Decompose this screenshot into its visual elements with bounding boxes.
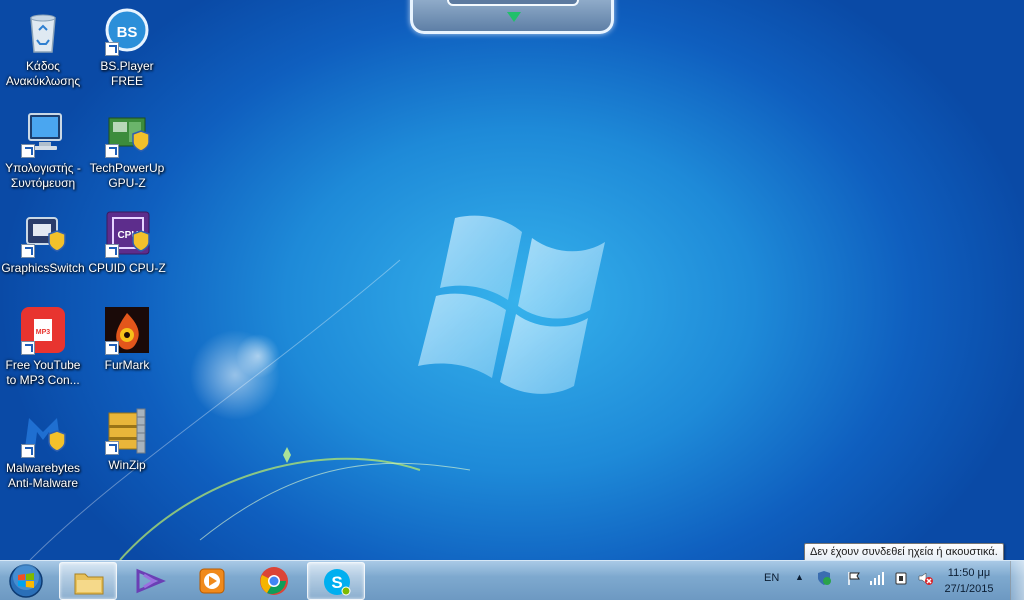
folder-icon [74, 573, 104, 595]
media-player-icon [199, 568, 225, 594]
desktop-icon-cpuz[interactable]: CPU CPUID CPU-Z [84, 210, 170, 276]
top-dock-widget[interactable] [410, 0, 614, 34]
show-hidden-icons-icon[interactable]: ▲ [795, 572, 804, 582]
desktop-icon-recycle-bin[interactable]: Κάδος Ανακύκλωσης [0, 8, 86, 89]
taskbar-file-explorer[interactable] [59, 562, 117, 600]
action-center-flag-icon[interactable] [846, 570, 862, 586]
furmark-icon [103, 307, 151, 355]
chrome-icon [260, 567, 288, 595]
shortcut-arrow-icon [21, 244, 35, 258]
skype-icon: S [324, 569, 351, 596]
clock-date: 27/1/2015 [944, 583, 994, 595]
desktop-icon-bsplayer[interactable]: BS BS.Player FREE [84, 8, 170, 89]
dock-panel [447, 0, 579, 6]
desktop-icon-winzip[interactable]: WinZip [84, 407, 170, 473]
taskbar-skype[interactable]: S [307, 562, 365, 600]
shortcut-arrow-icon [105, 441, 119, 455]
desktop-icon-label: CPUID CPU-Z [88, 261, 166, 275]
graphicsswitch-icon [19, 210, 67, 258]
desktop-icon-graphicsswitch[interactable]: GraphicsSwitch [0, 210, 86, 276]
taskbar-chrome[interactable] [245, 562, 303, 600]
windows-logo [418, 215, 605, 394]
power-plug-icon[interactable] [893, 570, 909, 586]
start-button[interactable] [6, 563, 46, 599]
malwarebytes-icon [19, 410, 67, 458]
cpuz-icon: CPU [103, 210, 151, 258]
visual-studio-icon [136, 568, 166, 594]
desktop-icon-computer[interactable]: Υπολογιστής - Συντόμευση [0, 110, 86, 191]
desktop-icon-label: Malwarebytes Anti-Malware [5, 461, 81, 490]
volume-muted-icon[interactable] [917, 570, 933, 586]
shortcut-arrow-icon [21, 444, 35, 458]
desktop-icon-malwarebytes[interactable]: Malwarebytes Anti-Malware [0, 410, 86, 491]
desktop-icon-gpuz[interactable]: TechPowerUp GPU-Z [84, 110, 170, 191]
desktop-icon-label: Free YouTube to MP3 Con... [5, 358, 81, 387]
shortcut-arrow-icon [105, 42, 119, 56]
language-indicator[interactable]: EN [764, 572, 779, 584]
shortcut-arrow-icon [105, 244, 119, 258]
system-clock[interactable]: 11:50 μμ 27/1/2015 [938, 565, 1000, 597]
desktop-icon-youtube-mp3[interactable]: MP3 Free YouTube to MP3 Con... [0, 307, 86, 388]
svg-text:S: S [331, 573, 342, 592]
desktop-icon-furmark[interactable]: FurMark [84, 307, 170, 373]
svg-text:BS: BS [117, 24, 138, 41]
security-shield-icon[interactable] [816, 570, 832, 586]
clock-time: 11:50 μμ [947, 567, 991, 579]
shortcut-arrow-icon [105, 144, 119, 158]
desktop-icon-label: FurMark [104, 358, 150, 372]
desktop-icon-label: GraphicsSwitch [1, 261, 85, 275]
desktop-icon-label: Κάδος Ανακύκλωσης [5, 59, 81, 88]
recycle-bin-icon [19, 8, 67, 56]
winzip-icon [103, 407, 151, 455]
desktop-icon-label: TechPowerUp GPU-Z [89, 161, 165, 190]
shortcut-arrow-icon [21, 144, 35, 158]
desktop-icon-label: WinZip [108, 458, 146, 472]
shortcut-arrow-icon [105, 341, 119, 355]
network-signal-icon[interactable] [869, 570, 885, 586]
computer-icon [19, 110, 67, 158]
show-desktop-button[interactable] [1010, 561, 1024, 600]
shortcut-arrow-icon [21, 341, 35, 355]
svg-text:MP3: MP3 [36, 329, 51, 336]
gpuz-icon [103, 110, 151, 158]
chevron-down-icon[interactable] [507, 12, 521, 22]
desktop-icon-label: BS.Player FREE [100, 59, 154, 88]
desktop-icon-label: Υπολογιστής - Συντόμευση [5, 161, 81, 190]
taskbar-visual-studio[interactable] [121, 562, 179, 600]
bsplayer-icon: BS [103, 8, 151, 56]
taskbar-media-player[interactable] [183, 562, 241, 600]
youtube-mp3-icon: MP3 [19, 307, 67, 355]
